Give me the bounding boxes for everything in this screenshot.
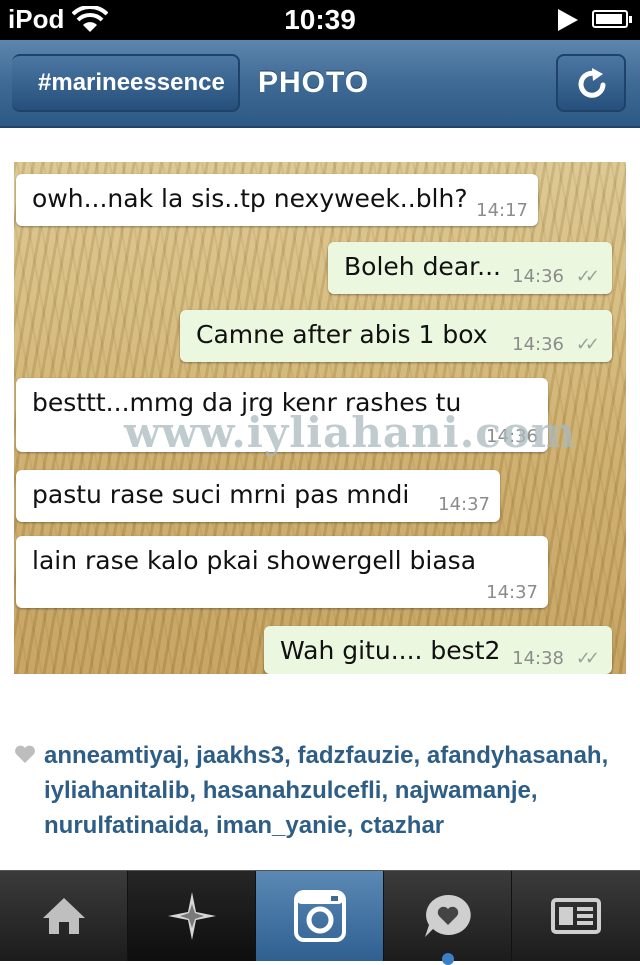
watermark: www.iyliahani.com [124,408,577,457]
liker-separator: , [346,812,361,839]
page-title: PHOTO [258,66,370,99]
liker-separator: , [413,742,427,769]
chat-bubble: Wah gitu.... best2 14:38 ✓✓ [264,626,612,674]
tab-bar [0,870,640,965]
message-time: 14:37 [486,582,538,603]
explore-icon [167,892,216,940]
chat-bubble: owh...nak la sis..tp nexyweek..blh? 14:1… [16,174,538,226]
battery-icon [592,10,632,28]
notification-dot [442,953,454,965]
liker-link[interactable]: anneamtiyaj [44,742,183,769]
message-text: lain rase kalo pkai showergell biasa [32,546,477,575]
liker-separator: , [284,742,298,769]
camera-icon [293,890,346,942]
liker-separator: , [202,812,217,839]
chat-bubble: pastu rase suci mrni pas mndi 14:37 [16,470,500,522]
message-time: 14:37 [438,494,490,515]
liker-separator: , [601,742,609,769]
liker-separator: , [189,777,203,804]
chat-bubble: Camne after abis 1 box 14:36 ✓✓ [180,310,612,362]
likers-list: anneamtiyaj, jaakhs3, fadzfauzie, afandy… [44,738,624,843]
post-photo[interactable]: owh...nak la sis..tp nexyweek..blh? 14:1… [14,162,626,674]
message-text: Camne after abis 1 box [196,320,488,349]
chat-bubble: lain rase kalo pkai showergell biasa 14:… [16,536,548,608]
liker-link[interactable]: ctazhar [360,812,444,839]
profile-icon [551,898,601,934]
message-time: 14:36 [512,266,564,287]
liker-link[interactable]: hasanahzulcefli [203,777,382,804]
now-playing-icon [558,9,578,31]
chat-bubble: Boleh dear... 14:36 ✓✓ [328,242,612,294]
home-icon [42,898,85,934]
liker-link[interactable]: afandyhasanah [427,742,602,769]
tab-explore[interactable] [128,871,256,961]
message-text: owh...nak la sis..tp nexyweek..blh? [32,184,468,213]
liker-link[interactable]: fadzfauzie [298,742,414,769]
refresh-button[interactable] [556,54,626,112]
back-button-label: #marineessence [38,69,225,96]
news-icon [424,894,471,937]
message-text: Boleh dear... [344,252,501,281]
message-text: pastu rase suci mrni pas mndi [32,480,410,509]
refresh-icon [578,68,606,98]
tab-camera[interactable] [256,871,384,961]
clock: 10:39 [284,4,356,35]
liker-link[interactable]: najwamanje [395,777,531,804]
read-ticks-icon: ✓✓ [575,334,600,355]
navigation-bar: #marineessence PHOTO [0,40,640,128]
tab-home[interactable] [0,871,128,961]
liker-separator: , [530,777,538,804]
liker-separator: , [381,777,395,804]
back-button[interactable]: #marineessence [12,54,240,112]
tab-news[interactable] [384,871,512,965]
liker-link[interactable]: jaakhs3 [196,742,284,769]
liker-link[interactable]: iman_yanie [216,812,347,839]
message-time: 14:17 [476,200,528,221]
message-time: 14:38 [512,648,564,669]
read-ticks-icon: ✓✓ [575,266,600,287]
tab-profile[interactable] [512,871,640,961]
read-ticks-icon: ✓✓ [575,648,600,669]
liker-separator: , [182,742,197,769]
status-bar: iPod 10:39 [0,0,640,40]
liker-link[interactable]: nurulfatinaida [44,812,203,839]
message-text: Wah gitu.... best2 [280,636,501,665]
heart-icon [15,745,35,763]
liker-link[interactable]: iyliahanitalib [44,777,189,804]
message-time: 14:36 [512,334,564,355]
